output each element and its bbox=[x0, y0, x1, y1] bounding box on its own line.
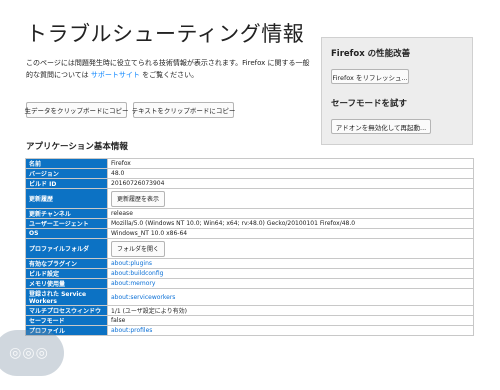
table-row: OS Windows_NT 10.0 x86-64 bbox=[25, 228, 474, 239]
row-action-button[interactable]: 更新履歴を表示 bbox=[111, 190, 166, 207]
row-value: Windows_NT 10.0 x86-64 bbox=[107, 228, 474, 239]
row-value: release bbox=[107, 208, 474, 219]
row-value: about:memory bbox=[107, 278, 474, 289]
section-title: アプリケーション基本情報 bbox=[26, 142, 128, 152]
row-key: ビルド ID bbox=[25, 178, 108, 189]
table-row: プロファイル about:profiles bbox=[25, 325, 474, 336]
row-key: ユーザーエージェント bbox=[25, 218, 108, 229]
table-row: 有効なプラグイン about:plugins bbox=[25, 258, 474, 269]
row-value: about:buildconfig bbox=[107, 268, 474, 279]
watermark-logo: ◎◎◎ bbox=[0, 330, 64, 376]
table-row: 登録された Service Workers about:serviceworker… bbox=[25, 288, 474, 306]
row-key: マルチプロセスウィンドウ bbox=[25, 305, 108, 316]
table-row: 名前 Firefox bbox=[25, 158, 474, 169]
row-key: プロファイルフォルダ bbox=[25, 238, 108, 259]
table-row: ビルド設定 about:buildconfig bbox=[25, 268, 474, 279]
table-row: ユーザーエージェント Mozilla/5.0 (Windows NT 10.0; … bbox=[25, 218, 474, 229]
table-row: 更新チャンネル release bbox=[25, 208, 474, 219]
row-key: 登録された Service Workers bbox=[25, 288, 108, 306]
row-action-button[interactable]: フォルダを開く bbox=[111, 240, 166, 257]
table-row: セーフモード false bbox=[25, 315, 474, 326]
row-key: OS bbox=[25, 228, 108, 239]
copy-text-button[interactable]: テキストをクリップボードにコピー bbox=[132, 102, 235, 118]
performance-heading: Firefox の性能改善 bbox=[331, 49, 411, 59]
sidebar-box: Firefox の性能改善 Firefox をリフレッシュ... セーフモードを… bbox=[321, 37, 473, 145]
row-value: 20160726073904 bbox=[107, 178, 474, 189]
row-value: 48.0 bbox=[107, 168, 474, 179]
copy-raw-data-button[interactable]: 生データをクリップボードにコピー bbox=[25, 102, 129, 118]
row-key: 有効なプラグイン bbox=[25, 258, 108, 269]
row-link[interactable]: about:plugins bbox=[111, 260, 152, 267]
row-value: 1/1 (ユーザ設定により有効) bbox=[107, 305, 474, 316]
row-value: about:serviceworkers bbox=[107, 288, 474, 306]
row-key: セーフモード bbox=[25, 315, 108, 326]
support-site-link[interactable]: サポートサイト bbox=[91, 71, 140, 79]
safe-mode-heading: セーフモードを試す bbox=[331, 99, 407, 109]
table-row: バージョン 48.0 bbox=[25, 168, 474, 179]
table-row: ビルド ID 20160726073904 bbox=[25, 178, 474, 189]
row-value: about:plugins bbox=[107, 258, 474, 269]
table-row: プロファイルフォルダ フォルダを開く bbox=[25, 238, 474, 259]
table-row: メモリ使用量 about:memory bbox=[25, 278, 474, 289]
intro-paragraph: このページには問題発生時に役立てられる技術情報が表示されます。Firefox に… bbox=[26, 57, 316, 81]
row-key: メモリ使用量 bbox=[25, 278, 108, 289]
refresh-firefox-button[interactable]: Firefox をリフレッシュ... bbox=[331, 69, 409, 84]
row-value: フォルダを開く bbox=[107, 238, 474, 259]
row-link[interactable]: about:memory bbox=[111, 280, 155, 287]
row-value: about:profiles bbox=[107, 325, 474, 336]
row-value: false bbox=[107, 315, 474, 326]
row-key: 更新履歴 bbox=[25, 188, 108, 209]
row-key: 更新チャンネル bbox=[25, 208, 108, 219]
app-basics-table: 名前 Firefox バージョン 48.0 ビルド ID 20160726073904 更新… bbox=[25, 158, 474, 336]
page-title: トラブルシューティング情報 bbox=[26, 22, 305, 46]
row-value: Firefox bbox=[107, 158, 474, 169]
table-row: マルチプロセスウィンドウ 1/1 (ユーザ設定により有効) bbox=[25, 305, 474, 316]
row-key: バージョン bbox=[25, 168, 108, 179]
row-key: ビルド設定 bbox=[25, 268, 108, 279]
row-link[interactable]: about:buildconfig bbox=[111, 270, 163, 277]
restart-with-addons-disabled-button[interactable]: アドオンを無効化して再起動... bbox=[331, 119, 431, 134]
table-row: 更新履歴 更新履歴を表示 bbox=[25, 188, 474, 209]
row-link[interactable]: about:profiles bbox=[111, 327, 152, 334]
intro-suffix: をご覧ください。 bbox=[139, 71, 199, 79]
row-key: 名前 bbox=[25, 158, 108, 169]
row-value: 更新履歴を表示 bbox=[107, 188, 474, 209]
row-value: Mozilla/5.0 (Windows NT 10.0; Win64; x64… bbox=[107, 218, 474, 229]
row-link[interactable]: about:serviceworkers bbox=[111, 294, 175, 301]
